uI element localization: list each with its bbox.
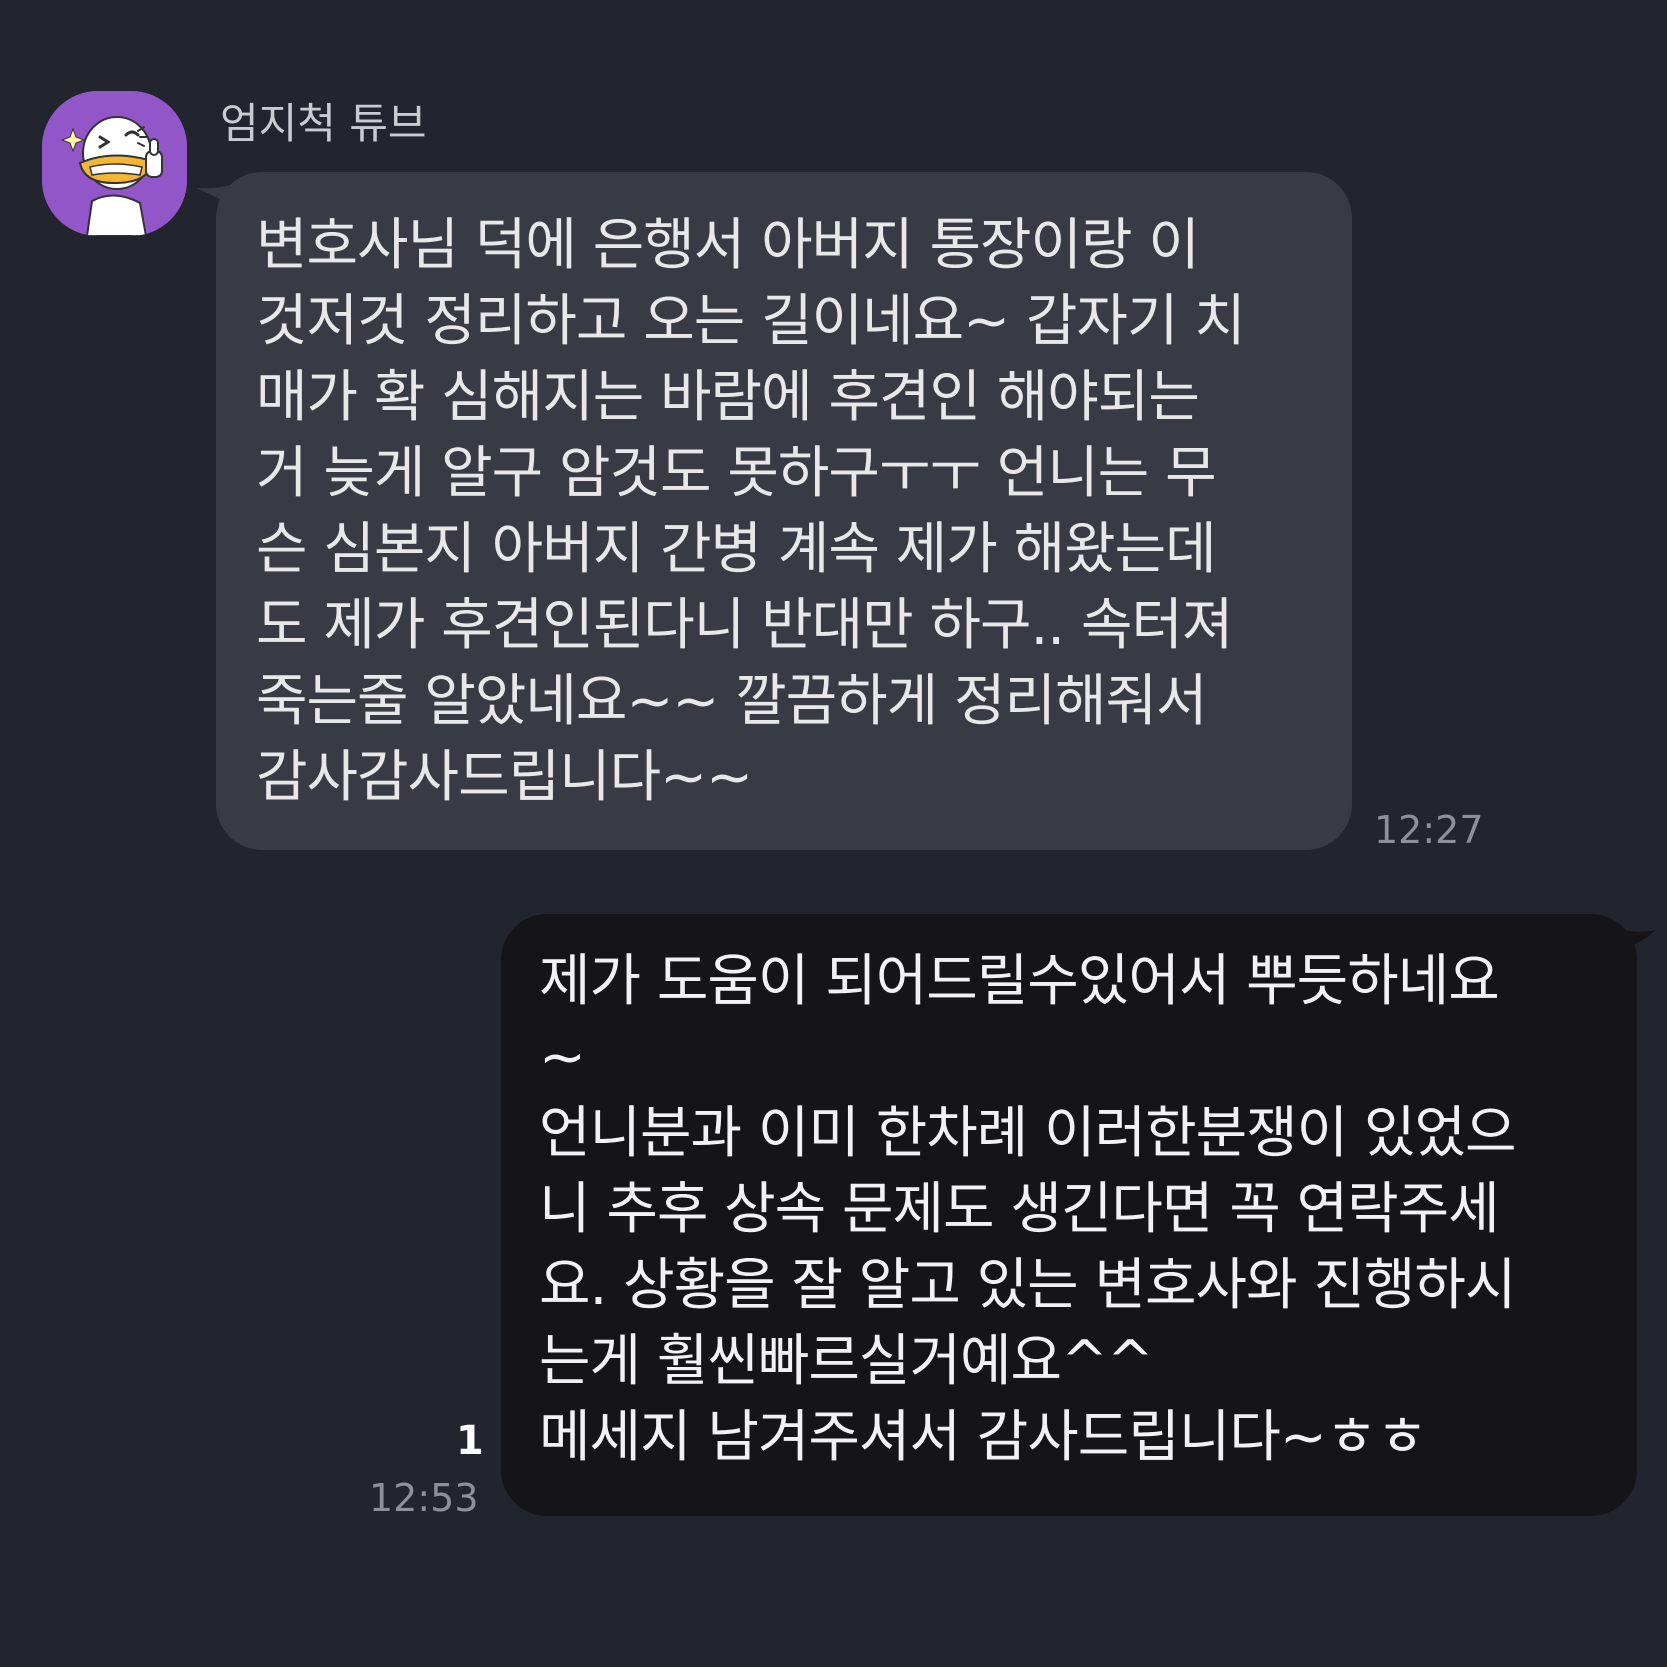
tube-duck-thumbs-up-icon	[42, 91, 187, 236]
outgoing-message-text: 제가 도움이 되어드릴수있어서 뿌듯하네요 ~ 언니분과 이미 한차례 이러한분…	[539, 949, 1517, 1470]
sender-avatar[interactable]	[42, 91, 187, 236]
incoming-message-time: 12:27	[1374, 808, 1484, 852]
unread-count-badge: 1	[456, 1418, 484, 1464]
sender-name: 엄지척 튜브	[220, 99, 427, 148]
outgoing-message-time: 12:53	[369, 1476, 479, 1520]
incoming-message-bubble[interactable]: 변호사님 덕에 은행서 아버지 통장이랑 이 것저것 정리하고 오는 길이네요~…	[216, 172, 1352, 850]
outgoing-message-bubble[interactable]: 제가 도움이 되어드릴수있어서 뿌듯하네요 ~ 언니분과 이미 한차례 이러한분…	[501, 914, 1637, 1516]
incoming-message-text: 변호사님 덕에 은행서 아버지 통장이랑 이 것저것 정리하고 오는 길이네요~…	[256, 213, 1246, 810]
